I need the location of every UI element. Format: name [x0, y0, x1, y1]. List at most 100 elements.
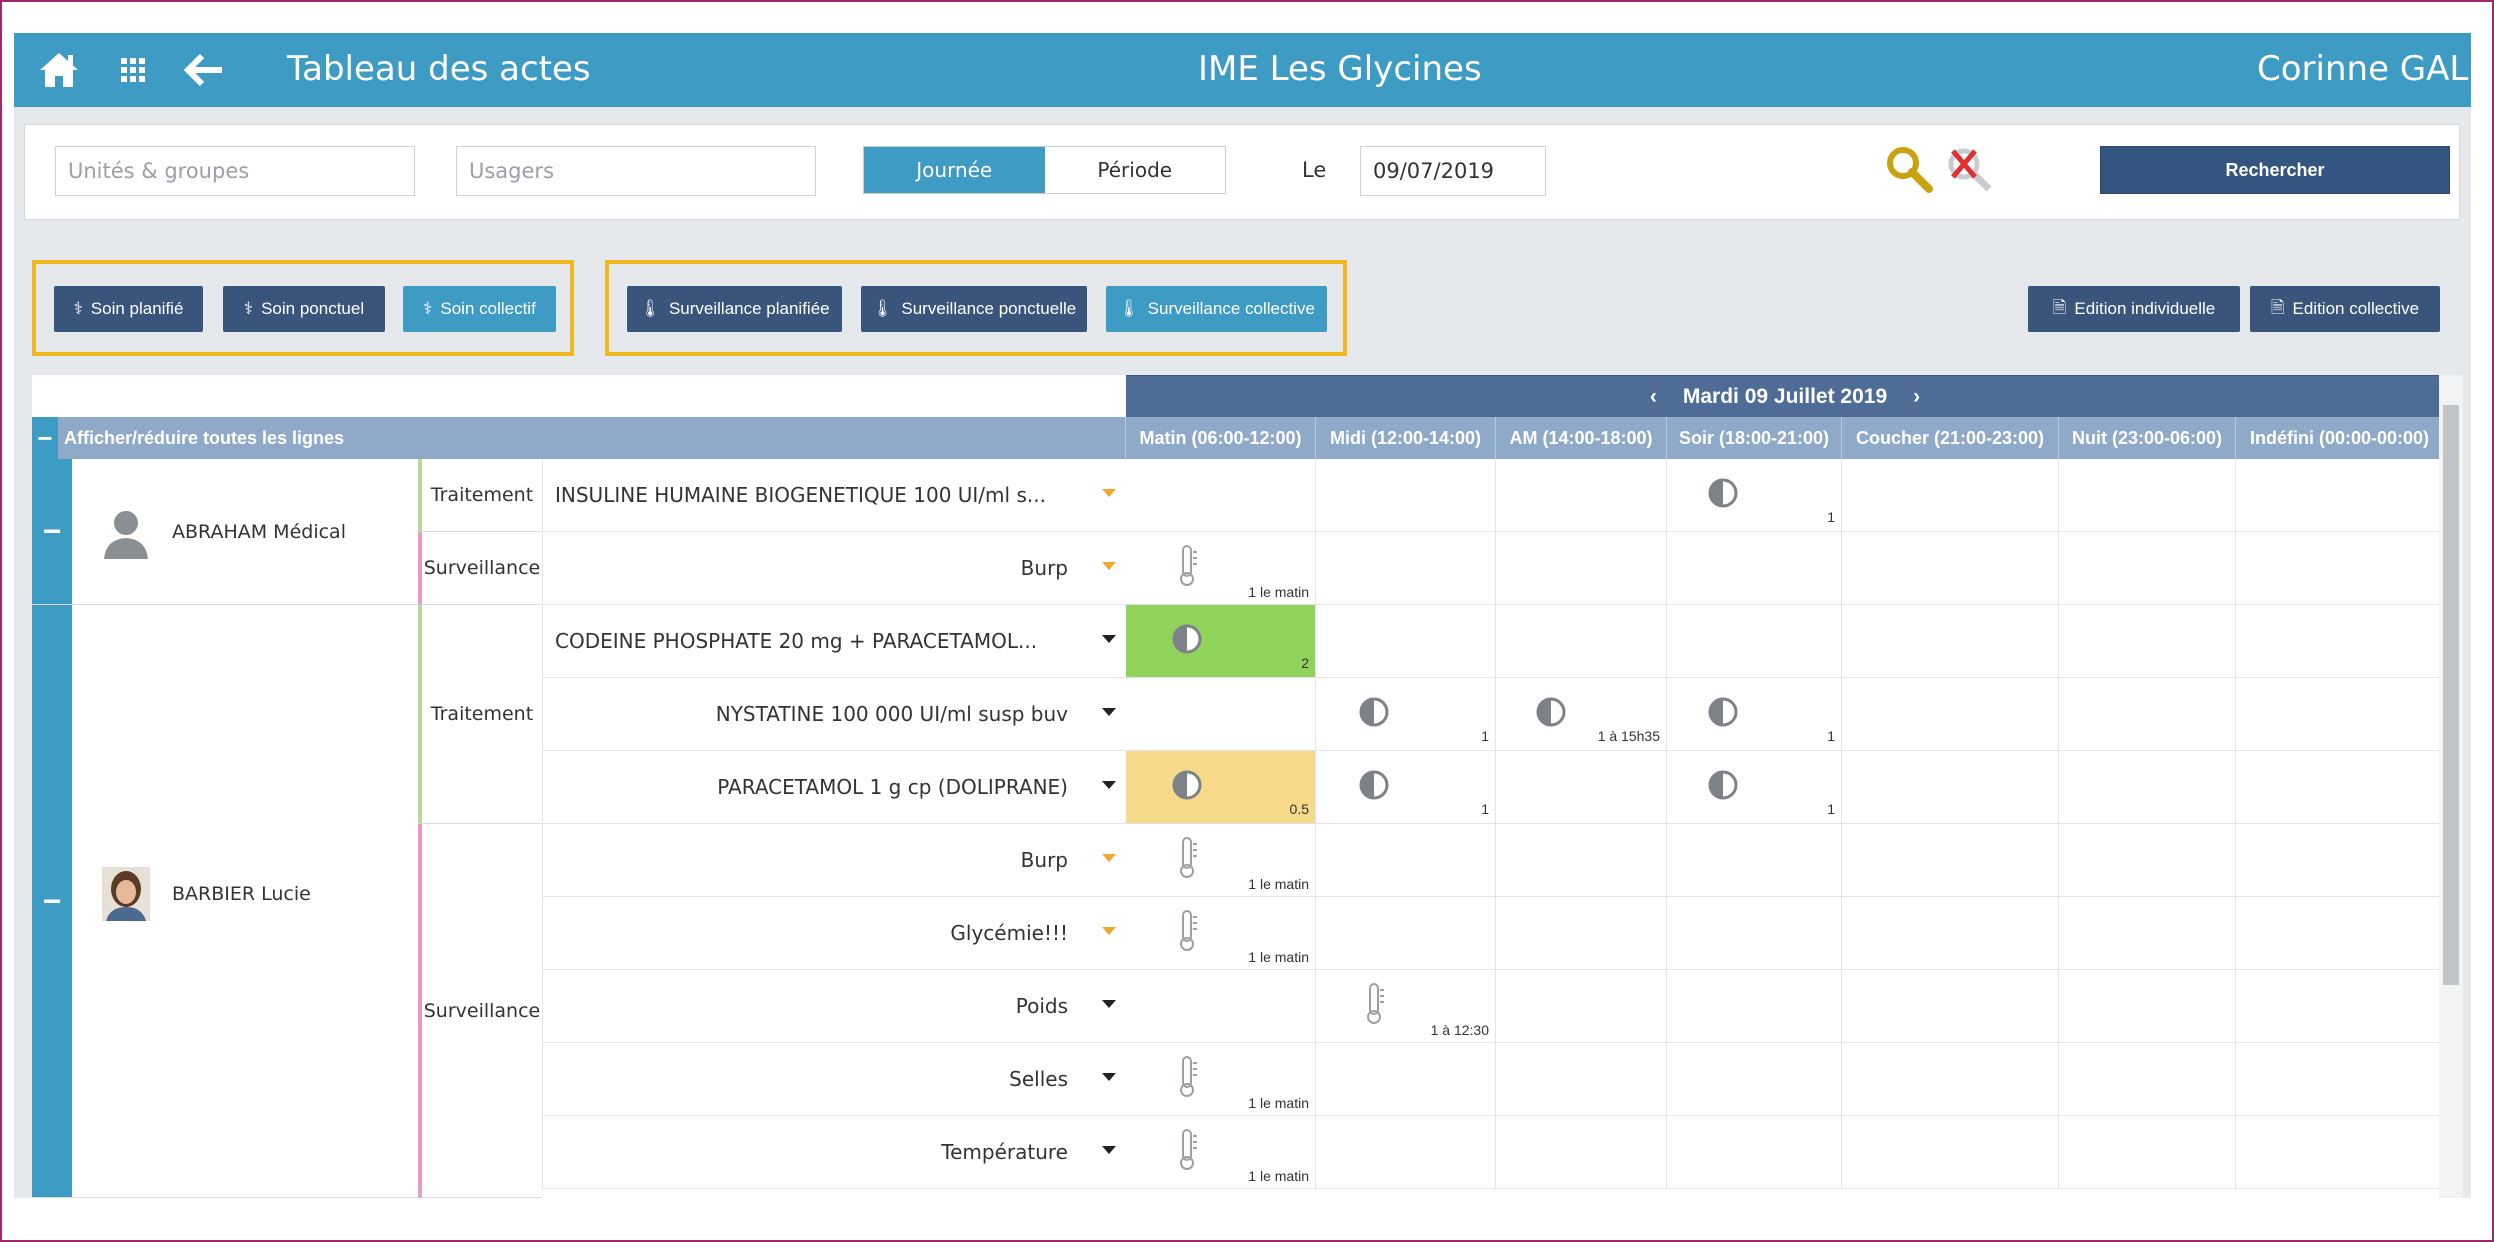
- act-row-label[interactable]: Température: [542, 1116, 1126, 1189]
- time-slot-cell[interactable]: [1496, 605, 1667, 678]
- surveillance-collective-button[interactable]: 🌡 Surveillance collective: [1106, 286, 1327, 332]
- surveillance-cell[interactable]: 1 le matin: [1126, 532, 1316, 605]
- time-slot-cell[interactable]: [2236, 824, 2444, 897]
- mode-period-button[interactable]: Période: [1045, 147, 1226, 193]
- time-slot-cell[interactable]: [1316, 459, 1496, 532]
- time-slot-cell[interactable]: [1667, 1116, 1842, 1189]
- time-slot-cell[interactable]: [1316, 824, 1496, 897]
- act-row-label[interactable]: Selles: [542, 1043, 1126, 1116]
- users-input[interactable]: Usagers: [456, 146, 816, 196]
- time-slot-cell[interactable]: [1842, 824, 2059, 897]
- surveillance-cell[interactable]: 1 le matin: [1126, 1043, 1316, 1116]
- time-slot-cell[interactable]: [1667, 532, 1842, 605]
- time-slot-cell[interactable]: [1316, 1116, 1496, 1189]
- dropdown-caret-icon[interactable]: [1102, 781, 1116, 789]
- time-slot-cell[interactable]: [2236, 532, 2444, 605]
- time-slot-cell[interactable]: [1842, 751, 2059, 824]
- time-slot-cell[interactable]: [1842, 1116, 2059, 1189]
- time-slot-cell[interactable]: [2236, 605, 2444, 678]
- time-slot-cell[interactable]: [1126, 459, 1316, 532]
- previous-day-icon[interactable]: ‹: [1650, 385, 1657, 409]
- vertical-scrollbar[interactable]: [2439, 375, 2463, 1198]
- back-arrow-icon[interactable]: [182, 47, 226, 93]
- next-day-icon[interactable]: ›: [1913, 385, 1920, 409]
- surveillance-cell[interactable]: 1 le matin: [1126, 1116, 1316, 1189]
- time-slot-cell[interactable]: [1496, 897, 1667, 970]
- home-icon[interactable]: [36, 47, 82, 93]
- time-slot-cell[interactable]: [2236, 459, 2444, 532]
- act-row-label[interactable]: Glycémie!!!: [542, 897, 1126, 970]
- time-slot-cell[interactable]: [1667, 824, 1842, 897]
- time-slot-cell[interactable]: [2059, 970, 2236, 1043]
- clear-search-icon[interactable]: [1945, 145, 1995, 200]
- user-name[interactable]: Corinne GALLO: [2257, 49, 2471, 89]
- edition-collective-button[interactable]: 🗎 Edition collective: [2250, 286, 2440, 332]
- collapse-patient-button[interactable]: −: [32, 605, 72, 1197]
- time-slot-cell[interactable]: [2236, 1116, 2444, 1189]
- act-row-label[interactable]: Burp: [542, 532, 1126, 605]
- time-slot-cell[interactable]: [1496, 824, 1667, 897]
- time-slot-cell[interactable]: [1496, 1116, 1667, 1189]
- time-slot-cell[interactable]: [1842, 897, 2059, 970]
- dropdown-caret-icon[interactable]: [1102, 708, 1116, 716]
- time-slot-cell[interactable]: [2236, 897, 2444, 970]
- surveillance-ponctuelle-button[interactable]: 🌡 Surveillance ponctuelle: [861, 286, 1087, 332]
- soin-planifie-button[interactable]: ⚕ Soin planifié: [54, 286, 203, 332]
- dropdown-caret-icon[interactable]: [1102, 927, 1116, 935]
- collapse-patient-button[interactable]: −: [32, 459, 72, 604]
- time-slot-cell[interactable]: [2059, 532, 2236, 605]
- units-groups-input[interactable]: Unités & groupes: [55, 146, 415, 196]
- dose-cell[interactable]: 1: [1667, 459, 1842, 532]
- time-slot-cell[interactable]: [1316, 532, 1496, 605]
- act-row-label[interactable]: Poids: [542, 970, 1126, 1043]
- time-slot-cell[interactable]: [2059, 824, 2236, 897]
- collapse-all-button[interactable]: −: [32, 417, 58, 459]
- time-slot-cell[interactable]: [1316, 605, 1496, 678]
- dose-cell[interactable]: 1: [1316, 678, 1496, 751]
- time-slot-cell[interactable]: [1496, 970, 1667, 1043]
- time-slot-cell[interactable]: [1316, 897, 1496, 970]
- search-button[interactable]: Rechercher: [2100, 146, 2450, 194]
- time-slot-cell[interactable]: [2059, 459, 2236, 532]
- time-slot-cell[interactable]: [1126, 678, 1316, 751]
- time-slot-cell[interactable]: [1667, 605, 1842, 678]
- time-slot-cell[interactable]: [1496, 459, 1667, 532]
- surveillance-cell[interactable]: 1 le matin: [1126, 824, 1316, 897]
- dropdown-caret-icon[interactable]: [1102, 562, 1116, 570]
- time-slot-cell[interactable]: [1842, 970, 2059, 1043]
- act-row-label[interactable]: INSULINE HUMAINE BIOGENETIQUE 100 UI/ml …: [542, 459, 1126, 532]
- dose-cell[interactable]: 0.5: [1126, 751, 1316, 824]
- dose-cell[interactable]: 1 à 15h35: [1496, 678, 1667, 751]
- dropdown-caret-icon[interactable]: [1102, 1146, 1116, 1154]
- time-slot-cell[interactable]: [1842, 1043, 2059, 1116]
- time-slot-cell[interactable]: [1842, 605, 2059, 678]
- dose-cell[interactable]: 1: [1667, 751, 1842, 824]
- dose-cell[interactable]: 1: [1316, 751, 1496, 824]
- time-slot-cell[interactable]: [1496, 532, 1667, 605]
- time-slot-cell[interactable]: [2236, 751, 2444, 824]
- search-icon[interactable]: [1885, 145, 1935, 200]
- time-slot-cell[interactable]: [2059, 1043, 2236, 1116]
- time-slot-cell[interactable]: [1667, 970, 1842, 1043]
- time-slot-cell[interactable]: [1667, 1043, 1842, 1116]
- time-slot-cell[interactable]: [1842, 532, 2059, 605]
- time-slot-cell[interactable]: [2059, 605, 2236, 678]
- time-slot-cell[interactable]: [1842, 678, 2059, 751]
- edition-individuelle-button[interactable]: 🗎 Edition individuelle: [2028, 286, 2240, 332]
- time-slot-cell[interactable]: [2059, 678, 2236, 751]
- surveillance-cell[interactable]: 1 à 12:30: [1316, 970, 1496, 1043]
- act-row-label[interactable]: Burp: [542, 824, 1126, 897]
- time-slot-cell[interactable]: [2236, 678, 2444, 751]
- act-row-label[interactable]: NYSTATINE 100 000 UI/ml susp buv: [542, 678, 1126, 751]
- time-slot-cell[interactable]: [1496, 751, 1667, 824]
- time-slot-cell[interactable]: [1126, 970, 1316, 1043]
- dose-cell[interactable]: 1: [1667, 678, 1842, 751]
- dropdown-caret-icon[interactable]: [1102, 1073, 1116, 1081]
- soin-collectif-button[interactable]: ⚕ Soin collectif: [403, 286, 556, 332]
- dropdown-caret-icon[interactable]: [1102, 635, 1116, 643]
- dose-cell[interactable]: 2: [1126, 605, 1316, 678]
- soin-ponctuel-button[interactable]: ⚕ Soin ponctuel: [223, 286, 385, 332]
- act-row-label[interactable]: CODEINE PHOSPHATE 20 mg + PARACETAMOL...: [542, 605, 1126, 678]
- surveillance-cell[interactable]: 1 le matin: [1126, 897, 1316, 970]
- date-input[interactable]: 09/07/2019: [1360, 146, 1546, 196]
